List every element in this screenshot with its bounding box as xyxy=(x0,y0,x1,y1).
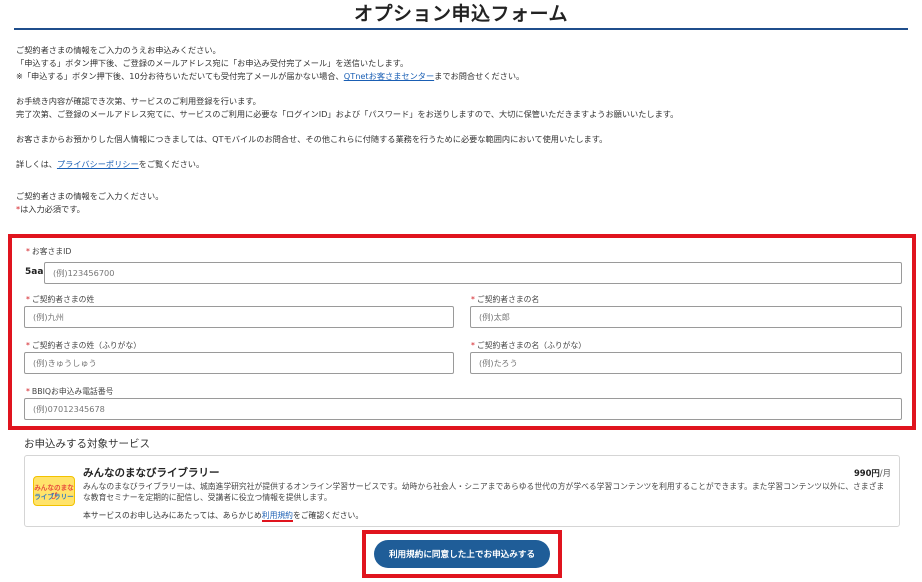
privacy-policy-link[interactable]: プライバシーポリシー xyxy=(57,159,139,169)
intro-line: 完了次第、ご登録のメールアドレス宛てに、サービスのご利用に必要な「ログインID」… xyxy=(16,109,679,119)
required-mark: * xyxy=(26,247,30,256)
agree-and-apply-button[interactable]: 利用規約に同意した上でお申込みする xyxy=(374,540,550,568)
customer-center-link[interactable]: QTnetお客さまセンター xyxy=(344,71,434,81)
customer-id-label: * お客さまID xyxy=(26,246,71,257)
required-note-text: は入力必須です。 xyxy=(20,204,85,214)
price-amount: 990円 xyxy=(853,468,880,478)
note-text: をご確認ください。 xyxy=(292,511,364,520)
service-heading: お申込みする対象サービス xyxy=(24,438,150,450)
terms-of-use-link[interactable]: 利用規約 xyxy=(261,511,293,522)
required-mark: * xyxy=(26,341,30,350)
required-mark: * xyxy=(26,295,30,304)
intro-line: ご契約者さまの情報をご入力のうえお申込みください。 xyxy=(16,45,221,55)
price-unit: /月 xyxy=(879,468,891,478)
intro-text: ご契約者さまの情報をご入力のうえお申込みください。 「申込する」ボタン押下後、ご… xyxy=(16,44,906,216)
intro-line: ご契約者さまの情報をご入力ください。 xyxy=(16,191,164,201)
intro-text-segment: までお問合せください。 xyxy=(434,71,525,81)
intro-text-segment: をご覧ください。 xyxy=(138,159,205,169)
field-label-text: BBIQお申込み電話番号 xyxy=(31,387,114,396)
service-logo-icon: みんなのまなび ライブラリー xyxy=(33,476,75,506)
intro-line: お客さまからお預かりした個人情報につきましては、QTモバイルのお問合せ、その他こ… xyxy=(16,134,608,144)
field-label-text: ご契約者さまの名（ふりがな） xyxy=(476,341,587,350)
title-bar: オプション申込フォーム xyxy=(14,0,908,30)
last-name-label: * ご契約者さまの姓 xyxy=(26,294,94,305)
intro-line: お手続き内容が確認でき次第、サービスのご利用登録を行います。 xyxy=(16,96,261,106)
phone-input[interactable] xyxy=(24,398,902,420)
last-name-kana-input[interactable] xyxy=(24,352,454,374)
field-label-text: お客さまID xyxy=(31,247,72,256)
required-mark: * xyxy=(471,341,475,350)
first-name-kana-label: * ご契約者さまの名（ふりがな） xyxy=(471,340,586,351)
first-name-label: * ご契約者さまの名 xyxy=(471,294,539,305)
last-name-input[interactable] xyxy=(24,306,454,328)
page-title: オプション申込フォーム xyxy=(354,3,568,25)
intro-text-segment: 詳しくは、 xyxy=(16,159,57,169)
field-label-text: ご契約者さまの姓（ふりがな） xyxy=(31,341,142,350)
intro-text-segment: ※「申込する」ボタン押下後、10分お待ちいただいても受付完了メールが届かない場合… xyxy=(16,71,344,81)
required-mark: * xyxy=(26,387,30,396)
field-label-text: ご契約者さまの姓 xyxy=(31,295,95,304)
service-card: みんなのまなび ライブラリー みんなのまなびライブラリー 990円/月 みんなの… xyxy=(24,455,900,527)
required-mark: * xyxy=(471,295,475,304)
service-description: みんなのまなびライブラリーは、城南進学研究社が提供するオンライン学習サービスです… xyxy=(83,482,885,502)
service-price: 990円/月 xyxy=(854,467,891,479)
intro-line: 詳しくは、プライバシーポリシーをご覧ください。 xyxy=(16,158,906,171)
required-note: *は入力必須です。 xyxy=(16,203,906,216)
phone-label: * BBIQお申込み電話番号 xyxy=(26,386,113,397)
intro-line: ※「申込する」ボタン押下後、10分お待ちいただいても受付完了メールが届かない場合… xyxy=(16,70,906,83)
last-name-kana-label: * ご契約者さまの姓（ふりがな） xyxy=(26,340,141,351)
intro-line: 「申込する」ボタン押下後、ご登録のメールアドレス宛に「お申込み受付完了メール」を… xyxy=(16,58,409,68)
contract-form: *お客さまID 5aa *ご契約者さまの姓 *ご契約者さまの名 *ご契約者さまの… xyxy=(8,234,916,430)
submit-highlight: 利用規約に同意した上でお申込みする xyxy=(362,530,562,578)
first-name-input[interactable] xyxy=(470,306,902,328)
customer-id-input[interactable] xyxy=(44,262,902,284)
service-name: みんなのまなびライブラリー xyxy=(83,467,220,479)
field-label-text: ご契約者さまの名 xyxy=(476,295,540,304)
service-terms-note: 本サービスのお申し込みにあたっては、あらかじめ利用規約をご確認ください。 xyxy=(83,510,364,522)
logo-text: ライブラリー xyxy=(34,493,74,501)
first-name-kana-input[interactable] xyxy=(470,352,902,374)
note-text: 本サービスのお申し込みにあたっては、あらかじめ xyxy=(83,511,262,520)
customer-id-prefix: 5aa xyxy=(25,267,44,277)
